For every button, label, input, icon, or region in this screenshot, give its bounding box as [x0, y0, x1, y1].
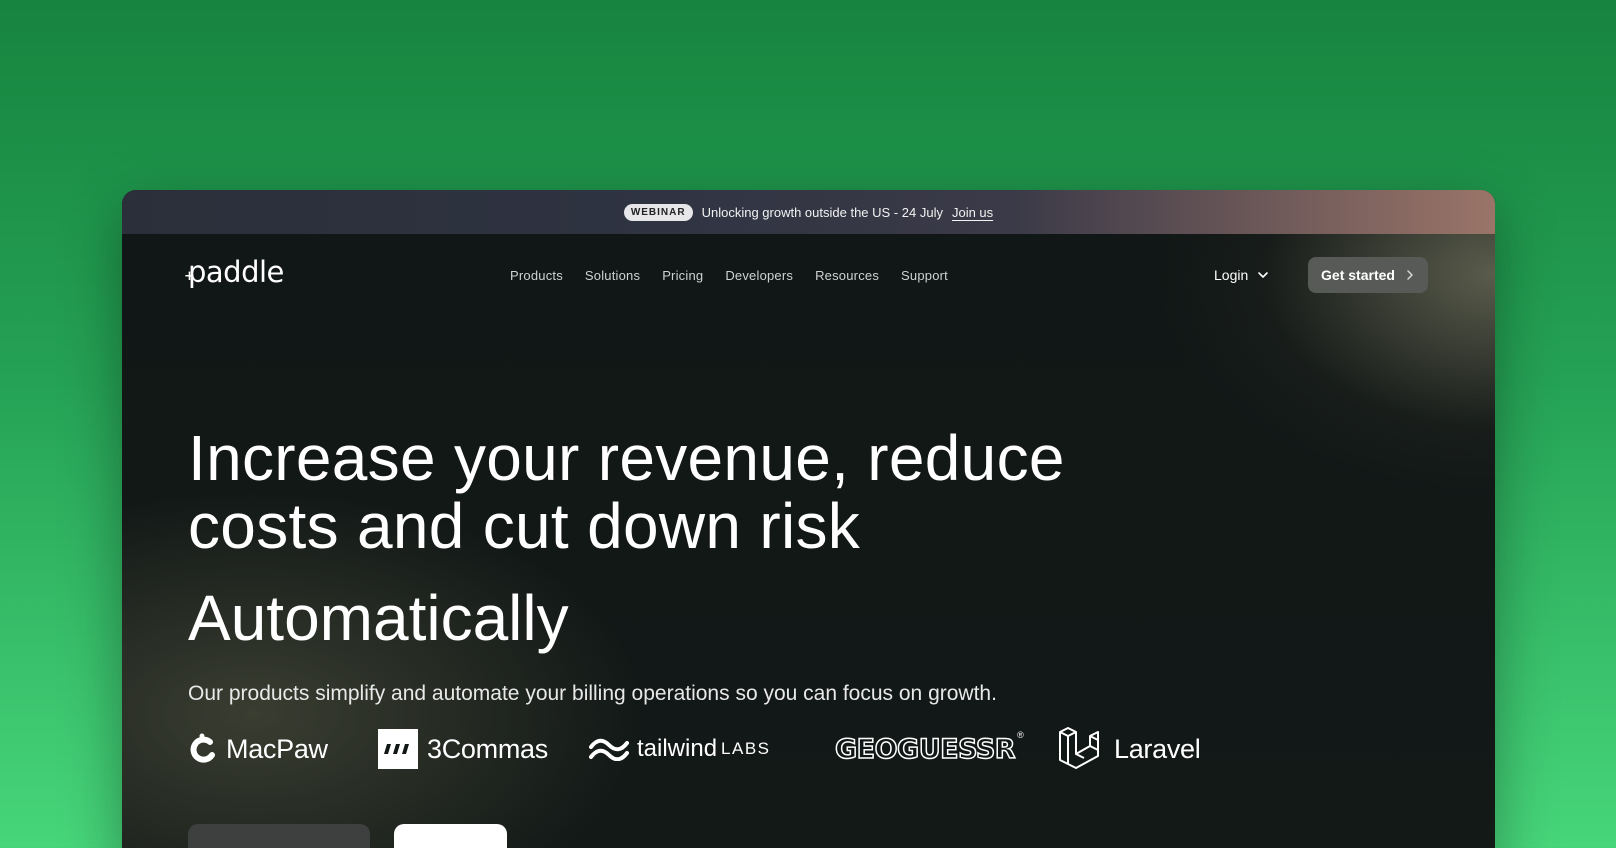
logo-text: paddle: [188, 255, 284, 289]
macpaw-logo: MacPaw: [188, 726, 328, 772]
3commas-icon: [378, 729, 418, 769]
nav-products[interactable]: Products: [510, 268, 563, 283]
3commas-logo: 3Commas: [378, 726, 548, 772]
nav-developers[interactable]: Developers: [725, 268, 793, 283]
nav-solutions[interactable]: Solutions: [585, 268, 640, 283]
geoguessr-name: GEOGUESSR: [834, 733, 1016, 766]
laravel-logo: Laravel: [1056, 726, 1201, 772]
macpaw-name: MacPaw: [226, 733, 328, 764]
tailwind-icon: [589, 738, 629, 761]
registered-mark-icon: ®: [1017, 730, 1024, 740]
primary-cta-button[interactable]: [188, 824, 370, 848]
announcement-banner: WEBINAR Unlocking growth outside the US …: [122, 190, 1495, 234]
nav-resources[interactable]: Resources: [815, 268, 879, 283]
macpaw-icon: [190, 733, 215, 763]
hero-section: + paddle Products Solutions Pricing Deve…: [122, 234, 1495, 848]
tailwind-name: tailwind: [637, 735, 718, 762]
tailwind-labs-suffix: LABS: [721, 739, 771, 758]
3commas-name: 3Commas: [427, 733, 548, 764]
banner-text: Unlocking growth outside the US - 24 Jul…: [701, 204, 943, 220]
chevron-down-icon: [1258, 272, 1269, 278]
tailwind-logo: tailwind LABS: [589, 726, 771, 772]
primary-nav: Products Solutions Pricing Developers Re…: [510, 268, 948, 283]
login-label: Login: [1214, 267, 1249, 283]
geoguessr-logo: GEOGUESSR ®: [834, 726, 1024, 772]
nav-pricing[interactable]: Pricing: [662, 268, 703, 283]
nav-support[interactable]: Support: [901, 268, 948, 283]
laravel-icon: [1059, 727, 1099, 769]
hero-subheadline: Automatically: [188, 582, 569, 654]
navbar: + paddle Products Solutions Pricing Deve…: [122, 234, 1495, 316]
secondary-cta-button[interactable]: [394, 824, 507, 848]
chevron-right-icon: [1407, 270, 1413, 280]
browser-window: WEBINAR Unlocking growth outside the US …: [122, 190, 1495, 848]
paddle-logo[interactable]: + paddle: [184, 255, 284, 289]
login-dropdown[interactable]: Login: [1214, 267, 1270, 283]
get-started-label: Get started: [1321, 267, 1395, 283]
laravel-name: Laravel: [1114, 733, 1201, 764]
hero-headline: Increase your revenue, reduce costs and …: [188, 422, 1065, 562]
join-us-link[interactable]: Join us: [952, 205, 993, 220]
hero-description: Our products simplify and automate your …: [188, 682, 997, 705]
get-started-button[interactable]: Get started: [1308, 257, 1428, 293]
webinar-badge: WEBINAR: [623, 203, 693, 221]
logo-plus-mark-icon: +: [184, 269, 195, 284]
